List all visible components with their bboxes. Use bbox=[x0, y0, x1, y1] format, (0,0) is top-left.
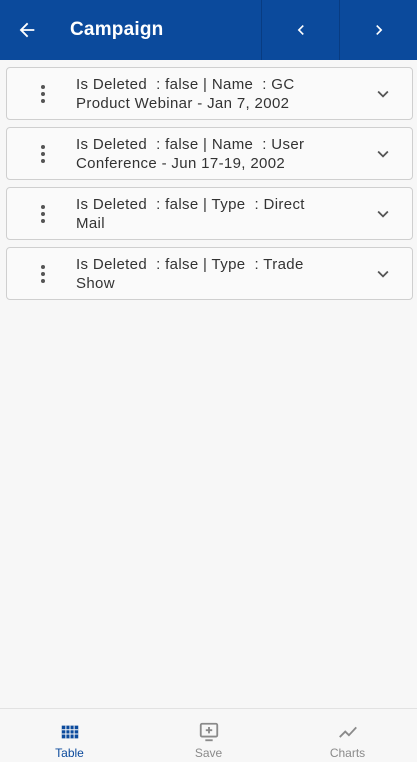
expand-more-icon[interactable] bbox=[372, 143, 394, 165]
more-vert-icon[interactable] bbox=[31, 262, 55, 286]
more-vert-icon[interactable] bbox=[31, 202, 55, 226]
record-summary: Is Deleted : false | Name : GC Product W… bbox=[76, 75, 295, 112]
tab-charts[interactable]: Charts bbox=[278, 709, 417, 762]
record-card[interactable]: Is Deleted : false | Type : Trade Show bbox=[6, 247, 413, 300]
chevron-left-icon bbox=[297, 25, 304, 35]
expand-more-icon[interactable] bbox=[372, 203, 394, 225]
tab-table[interactable]: Table bbox=[0, 709, 139, 762]
more-vert-icon[interactable] bbox=[31, 142, 55, 166]
bottom-navigation: Table Save Charts bbox=[0, 708, 417, 762]
record-card[interactable]: Is Deleted : false | Type : Direct Mail bbox=[6, 187, 413, 240]
line-chart-icon bbox=[338, 726, 357, 738]
more-vert-icon[interactable] bbox=[31, 82, 55, 106]
record-card[interactable]: Is Deleted : false | Name : User Confere… bbox=[6, 127, 413, 180]
arrow-left-icon bbox=[19, 22, 35, 38]
next-record-button[interactable] bbox=[339, 0, 417, 60]
table-grid-icon bbox=[61, 725, 78, 739]
page-title: Campaign bbox=[70, 19, 164, 40]
record-summary: Is Deleted : false | Type : Trade Show bbox=[76, 255, 304, 292]
tab-save[interactable]: Save bbox=[139, 709, 278, 762]
record-card[interactable]: Is Deleted : false | Name : GC Product W… bbox=[6, 67, 413, 120]
expand-more-icon[interactable] bbox=[372, 263, 394, 285]
tab-label: Table bbox=[55, 746, 84, 760]
previous-record-button[interactable] bbox=[261, 0, 339, 60]
expand-more-icon[interactable] bbox=[372, 83, 394, 105]
record-summary: Is Deleted : false | Name : User Confere… bbox=[76, 135, 305, 172]
app-bar: Campaign bbox=[0, 0, 417, 60]
tab-label: Charts bbox=[329, 746, 366, 760]
record-summary: Is Deleted : false | Type : Direct Mail bbox=[76, 195, 305, 232]
back-button[interactable] bbox=[0, 0, 54, 60]
tab-label: Save bbox=[194, 746, 223, 760]
add-box-icon bbox=[199, 722, 218, 742]
chevron-right-icon bbox=[375, 25, 382, 35]
record-list: Is Deleted : false | Name : GC Product W… bbox=[6, 67, 413, 307]
